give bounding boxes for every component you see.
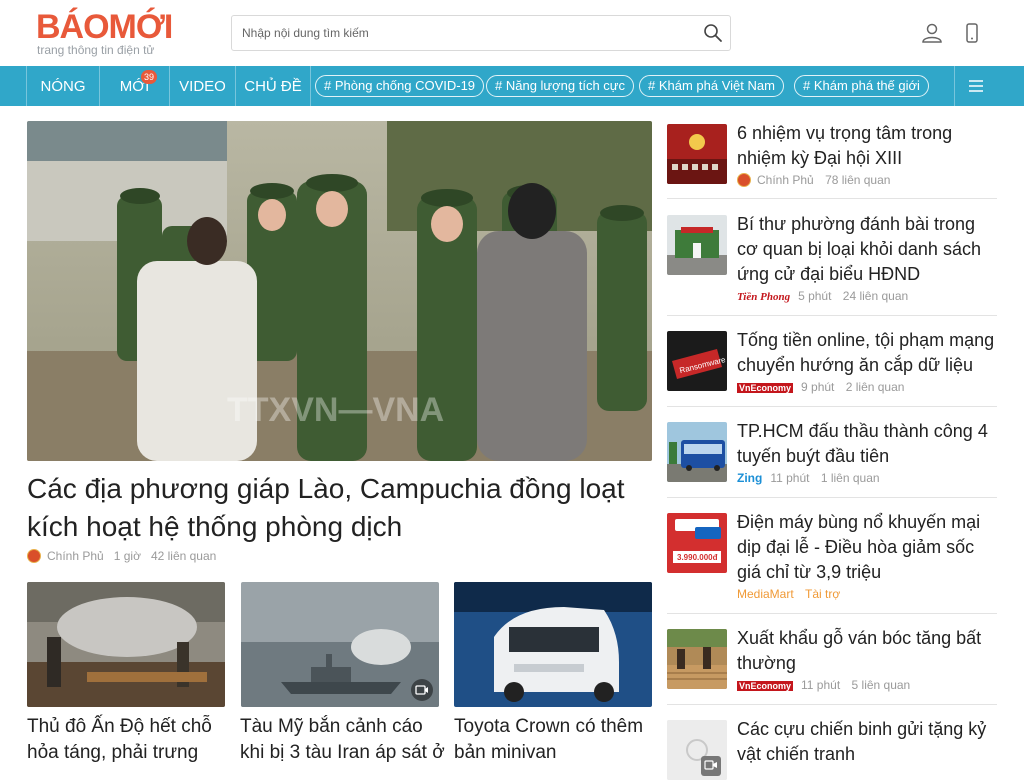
hero-image[interactable]: TTXVN—VNA bbox=[27, 121, 652, 461]
nav-new[interactable]: MỚI 39 bbox=[100, 66, 169, 106]
hero-title[interactable]: Các địa phương giáp Lào, Campuchia đồng … bbox=[27, 470, 652, 546]
side-title[interactable]: Tống tiền online, tội phạm mạng chuyển h… bbox=[737, 328, 995, 378]
side-article[interactable]: Ransomware Tống tiền online, tội phạm mạ… bbox=[667, 328, 997, 407]
side-source[interactable]: VnEconomy bbox=[737, 681, 794, 691]
side-thumb-bus[interactable] bbox=[667, 422, 727, 482]
side-thumb-mediamart[interactable]: 3.990.000đ bbox=[667, 513, 727, 573]
side-article[interactable]: Bí thư phường đánh bài trong cơ quan bị … bbox=[667, 212, 997, 316]
source-chinhphu-icon bbox=[737, 173, 751, 187]
card-image-navy[interactable] bbox=[241, 582, 439, 707]
side-thumb-placeholder[interactable] bbox=[667, 720, 727, 780]
topic-explore-world[interactable]: # Khám phá thế giới bbox=[794, 75, 929, 97]
side-article[interactable]: Xuất khẩu gỗ ván bóc tăng bất thường VnE… bbox=[667, 626, 997, 705]
search-input[interactable] bbox=[232, 16, 672, 50]
side-article[interactable]: TP.HCM đấu thầu thành công 4 tuyến buýt … bbox=[667, 419, 997, 498]
side-title[interactable]: Xuất khẩu gỗ ván bóc tăng bất thường bbox=[737, 626, 995, 676]
side-title[interactable]: TP.HCM đấu thầu thành công 4 tuyến buýt … bbox=[737, 419, 995, 469]
side-article[interactable]: 6 nhiệm vụ trọng tâm trong nhiệm kỳ Đại … bbox=[667, 121, 997, 199]
side-source[interactable]: Tiền Phong bbox=[737, 291, 790, 303]
side-source[interactable]: Chính Phủ bbox=[757, 173, 814, 187]
main-nav: NÓNG MỚI 39 VIDEO CHỦ ĐỀ # Phòng chống C… bbox=[0, 66, 1024, 106]
nav-hot[interactable]: NÓNG bbox=[27, 66, 99, 106]
side-meta: VnEconomy 11 phút 5 liên quan bbox=[737, 678, 910, 692]
side-time: 11 phút bbox=[801, 678, 841, 692]
side-related[interactable]: 2 liên quan bbox=[846, 380, 905, 394]
side-meta: MediaMart Tài trợ bbox=[737, 587, 840, 601]
topic-covid[interactable]: # Phòng chống COVID-19 bbox=[315, 75, 485, 97]
hamburger-icon bbox=[969, 80, 983, 92]
side-time: 11 phút bbox=[770, 471, 810, 485]
side-source[interactable]: Zing bbox=[737, 471, 762, 485]
logo-text: BÁOMỚI bbox=[36, 8, 173, 46]
side-source[interactable]: VnEconomy bbox=[737, 383, 794, 393]
card-title-india[interactable]: Thủ đô Ấn Độ hết chỗ hỏa táng, phải trưn… bbox=[27, 714, 232, 766]
source-chinhphu-icon bbox=[27, 549, 41, 563]
hero-time: 1 giờ bbox=[113, 549, 141, 563]
search-icon[interactable] bbox=[703, 23, 723, 43]
side-source[interactable]: MediaMart bbox=[737, 587, 794, 601]
svg-text:TTXVN—VNA: TTXVN—VNA bbox=[227, 391, 444, 429]
side-time: 9 phút bbox=[801, 380, 835, 394]
side-meta: Tiền Phong 5 phút 24 liên quan bbox=[737, 289, 908, 303]
side-thumb-office[interactable] bbox=[667, 215, 727, 275]
site-header: BÁOMỚI trang thông tin điện tử bbox=[0, 0, 1024, 66]
side-meta: VnEconomy 9 phút 2 liên quan bbox=[737, 380, 904, 394]
side-time: 5 phút bbox=[798, 289, 832, 303]
side-related[interactable]: 1 liên quan bbox=[821, 471, 880, 485]
card-title-navy[interactable]: Tàu Mỹ bắn cảnh cáo khi bị 3 tàu Iran áp… bbox=[240, 714, 445, 766]
card-image-toyota[interactable] bbox=[454, 582, 652, 707]
new-count-badge: 39 bbox=[141, 70, 158, 84]
side-title[interactable]: Các cựu chiến binh gửi tặng kỷ vật chiến… bbox=[737, 717, 995, 767]
hero-source[interactable]: Chính Phủ bbox=[47, 549, 104, 563]
side-title[interactable]: Điện máy bùng nổ khuyến mại dịp đại lễ -… bbox=[737, 510, 995, 585]
side-title[interactable]: 6 nhiệm vụ trọng tâm trong nhiệm kỳ Đại … bbox=[737, 121, 995, 171]
side-article[interactable]: 3.990.000đ Điện máy bùng nổ khuyến mại d… bbox=[667, 510, 997, 614]
topic-explore-vietnam[interactable]: # Khám phá Việt Nam bbox=[639, 75, 784, 97]
card-title-toyota[interactable]: Toyota Crown có thêm bản minivan bbox=[454, 714, 659, 766]
mobile-icon[interactable] bbox=[961, 22, 983, 44]
video-icon bbox=[411, 679, 433, 701]
user-icon[interactable] bbox=[921, 22, 943, 44]
site-logo[interactable]: BÁOMỚI trang thông tin điện tử bbox=[36, 8, 176, 60]
side-title[interactable]: Bí thư phường đánh bài trong cơ quan bị … bbox=[737, 212, 995, 287]
svg-text:3.990.000đ: 3.990.000đ bbox=[677, 553, 718, 562]
side-thumb-wood[interactable] bbox=[667, 629, 727, 689]
menu-button[interactable] bbox=[954, 66, 1024, 106]
side-related[interactable]: 24 liên quan bbox=[843, 289, 908, 303]
card-image-india[interactable] bbox=[27, 582, 225, 707]
search-box bbox=[231, 15, 731, 51]
sponsored-label: Tài trợ bbox=[805, 587, 841, 601]
side-related[interactable]: 78 liên quan bbox=[825, 173, 890, 187]
topic-positive-energy[interactable]: # Năng lượng tích cực bbox=[486, 75, 634, 97]
side-thumb-ransomware[interactable]: Ransomware bbox=[667, 331, 727, 391]
hero-related[interactable]: 42 liên quan bbox=[151, 549, 216, 563]
nav-video[interactable]: VIDEO bbox=[170, 66, 235, 106]
side-meta: Zing 11 phút 1 liên quan bbox=[737, 471, 880, 485]
side-meta: Chính Phủ 78 liên quan bbox=[737, 173, 890, 187]
side-related[interactable]: 5 liên quan bbox=[852, 678, 911, 692]
hero-meta: Chính Phủ 1 giờ 42 liên quan bbox=[27, 549, 216, 563]
nav-topics[interactable]: CHỦ ĐỀ bbox=[236, 66, 310, 106]
side-article[interactable]: Các cựu chiến binh gửi tặng kỷ vật chiến… bbox=[667, 717, 997, 780]
side-thumb-congress[interactable] bbox=[667, 124, 727, 184]
